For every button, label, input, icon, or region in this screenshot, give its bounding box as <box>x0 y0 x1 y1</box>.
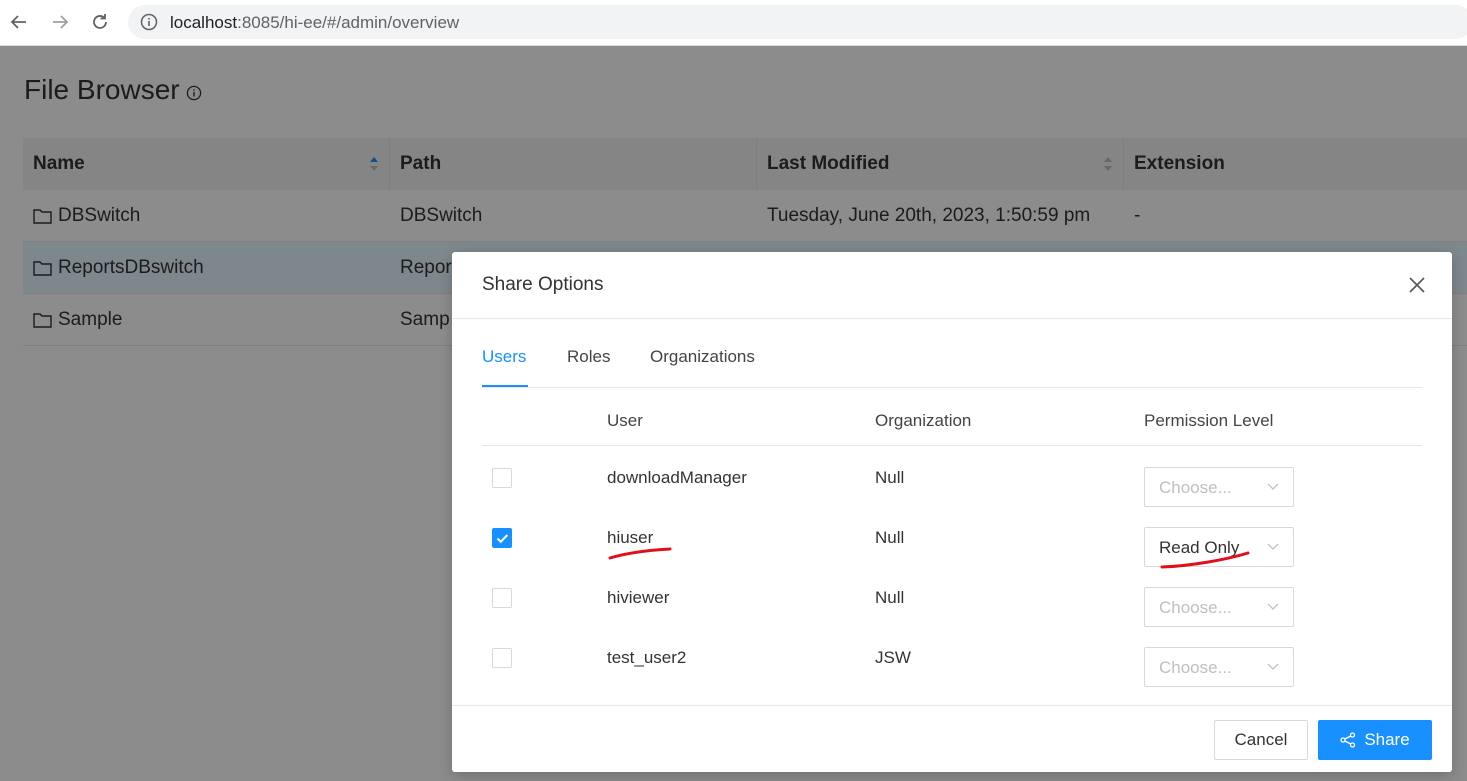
tab-organizations[interactable]: Organizations <box>650 347 755 367</box>
permission-value: Choose... <box>1159 598 1232 617</box>
user-name: test_user2 <box>607 648 687 667</box>
permission-value: Choose... <box>1159 478 1232 497</box>
column-header-user: User <box>607 411 643 430</box>
share-icon <box>1340 732 1356 748</box>
row-checkbox[interactable] <box>492 468 512 488</box>
share-button-label: Share <box>1364 730 1410 749</box>
tab-roles[interactable]: Roles <box>567 347 610 367</box>
permission-select[interactable]: Choose... <box>1144 587 1294 627</box>
user-row: test_user2 JSW Choose... <box>482 626 1422 687</box>
address-bar[interactable]: localhost:8085/hi-ee/#/admin/overview <box>128 5 1467 39</box>
row-checkbox[interactable] <box>492 588 512 608</box>
user-name: downloadManager <box>607 468 747 487</box>
tab-users[interactable]: Users <box>482 347 526 367</box>
active-tab-indicator <box>482 385 528 387</box>
permission-select[interactable]: Read Only <box>1144 527 1294 567</box>
checkmark-icon <box>496 534 509 544</box>
permission-select[interactable]: Choose... <box>1144 647 1294 687</box>
chevron-down-icon <box>1267 663 1279 670</box>
permission-value: Choose... <box>1159 658 1232 677</box>
modal-footer: Cancel Share <box>452 705 1452 772</box>
row-checkbox[interactable] <box>492 528 512 548</box>
user-row: hiviewer Null Choose... <box>482 566 1422 627</box>
browser-toolbar: localhost:8085/hi-ee/#/admin/overview <box>0 0 1467 46</box>
cancel-button[interactable]: Cancel <box>1214 720 1308 760</box>
share-users-table: User Organization Permission Level downl… <box>482 388 1422 687</box>
share-button[interactable]: Share <box>1318 720 1432 760</box>
user-organization: Null <box>875 468 905 487</box>
modal-title: Share Options <box>482 274 604 295</box>
column-header-permission-level: Permission Level <box>1144 411 1274 430</box>
column-header-organization: Organization <box>875 411 972 430</box>
close-icon[interactable] <box>1408 276 1426 294</box>
back-arrow-icon[interactable] <box>5 8 33 36</box>
user-name: hiviewer <box>607 588 670 607</box>
user-organization: JSW <box>875 648 911 667</box>
row-checkbox[interactable] <box>492 648 512 668</box>
modal-header: Share Options <box>452 252 1452 319</box>
site-info-icon[interactable] <box>140 13 158 31</box>
permission-value: Read Only <box>1159 538 1240 557</box>
chevron-down-icon <box>1267 543 1279 550</box>
user-organization: Null <box>875 528 905 547</box>
user-name: hiuser <box>607 528 654 547</box>
reload-icon[interactable] <box>86 8 114 36</box>
share-options-dialog: Share Options Users Roles Organizations … <box>452 252 1452 772</box>
url-text: localhost:8085/hi-ee/#/admin/overview <box>170 13 460 32</box>
close-button[interactable] <box>1404 272 1430 298</box>
chevron-down-icon <box>1267 483 1279 490</box>
user-row: hiuser Null Read Only <box>482 506 1422 567</box>
permission-select[interactable]: Choose... <box>1144 467 1294 507</box>
user-organization: Null <box>875 588 905 607</box>
tab-bar: Users Roles Organizations <box>482 320 1422 388</box>
share-table-header: User Organization Permission Level <box>482 388 1422 446</box>
user-row: downloadManager Null Choose... <box>482 446 1422 507</box>
forward-arrow-icon[interactable] <box>46 8 74 36</box>
chevron-down-icon <box>1267 603 1279 610</box>
